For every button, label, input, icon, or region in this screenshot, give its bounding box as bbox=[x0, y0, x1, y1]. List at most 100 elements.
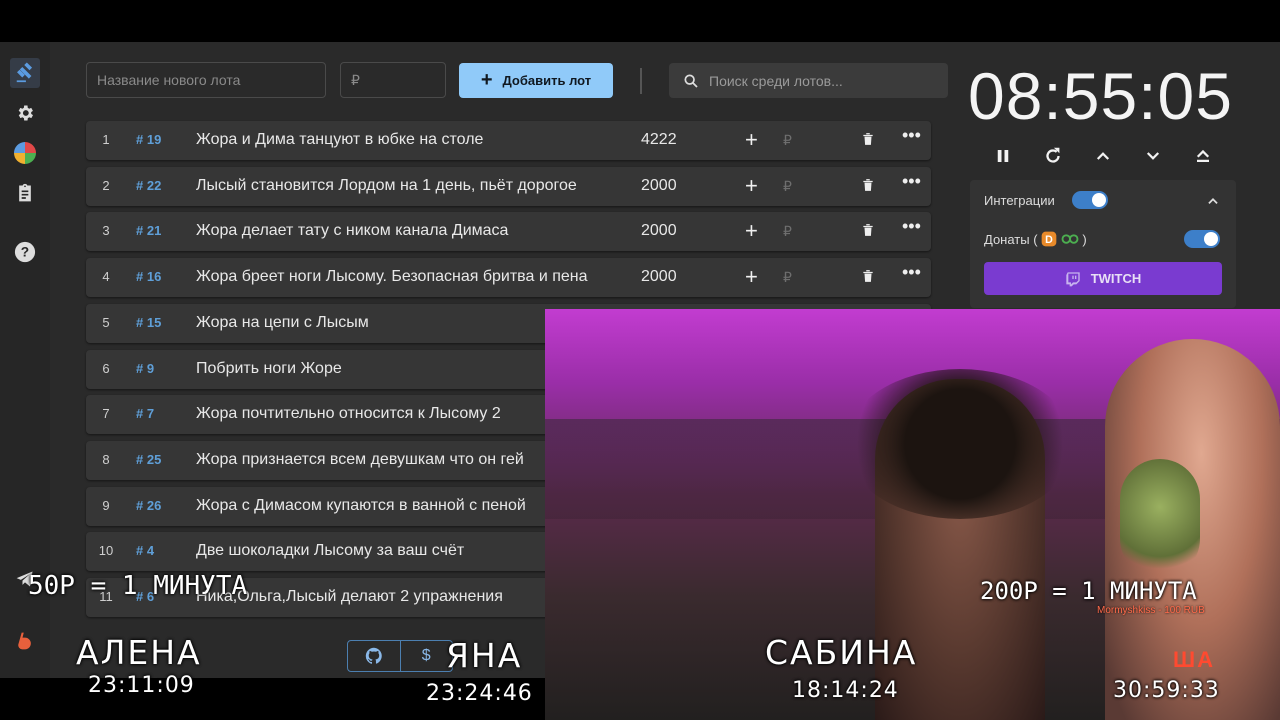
lot-id: # 9 bbox=[136, 361, 154, 376]
lot-row[interactable]: 1 # 19 Жора и Дима танцуют в юбке на столе… bbox=[86, 121, 931, 160]
trash-icon bbox=[863, 224, 873, 236]
lot-id: # 15 bbox=[136, 315, 161, 330]
donate-button[interactable]: $ bbox=[399, 641, 453, 671]
add-amount-button[interactable]: + bbox=[745, 264, 758, 290]
sidebar-item-settings[interactable] bbox=[10, 98, 40, 128]
person-time-1: 23:11:09 bbox=[88, 673, 195, 698]
lot-id-value: 19 bbox=[146, 132, 162, 147]
lot-id: # 21 bbox=[136, 223, 161, 238]
chevron-down-icon bbox=[1146, 152, 1160, 160]
double-up-icon bbox=[1196, 149, 1210, 162]
lot-position: 3 bbox=[102, 223, 110, 238]
integrations-toggle[interactable] bbox=[1072, 191, 1108, 209]
delete-lot-button[interactable] bbox=[861, 177, 875, 198]
sidebar-item-boosty[interactable] bbox=[10, 626, 40, 656]
lot-position: 4 bbox=[102, 269, 110, 284]
lot-name[interactable]: Жора и Дима танцуют в юбке на столе bbox=[196, 131, 608, 149]
lot-id: # 7 bbox=[136, 406, 154, 421]
lot-position: 7 bbox=[102, 406, 110, 421]
search-input[interactable]: Поиск среди лотов... bbox=[669, 63, 948, 98]
more-options-button[interactable]: ••• bbox=[902, 216, 921, 237]
more-options-button[interactable]: ••• bbox=[902, 262, 921, 283]
lot-id: # 4 bbox=[136, 543, 154, 558]
integrations-title: Интеграции bbox=[984, 193, 1055, 208]
lot-row[interactable]: 4 # 16 Жора бреет ноги Лысому. Безопасная … bbox=[86, 258, 931, 297]
hash-icon: # bbox=[136, 132, 144, 147]
rate-left-text: 50Р = 1 МИНУТА bbox=[28, 571, 248, 601]
lot-position: 5 bbox=[102, 315, 110, 330]
lot-id-value: 9 bbox=[146, 361, 155, 376]
delete-lot-button[interactable] bbox=[861, 131, 875, 152]
add-amount-button[interactable]: + bbox=[745, 173, 758, 199]
gear-icon bbox=[18, 105, 33, 121]
add-amount-button[interactable]: + bbox=[745, 127, 758, 153]
lot-id-value: 21 bbox=[146, 223, 162, 238]
github-icon bbox=[365, 647, 382, 664]
collapse-chevron-icon[interactable] bbox=[1206, 194, 1220, 208]
delete-lot-button[interactable] bbox=[861, 222, 875, 243]
twitch-icon bbox=[1066, 271, 1080, 286]
lot-amount: 4222 bbox=[641, 131, 677, 148]
hash-icon: # bbox=[136, 361, 144, 376]
hash-icon: # bbox=[136, 406, 144, 421]
trash-icon bbox=[863, 179, 873, 191]
donations-toggle[interactable] bbox=[1184, 230, 1220, 248]
lot-row[interactable]: 3 # 21 Жора делает тату с ником канала Дим… bbox=[86, 212, 931, 251]
lot-position: 9 bbox=[102, 498, 110, 513]
donation-alert-text: Mormyshkiss - 100 RUB bbox=[1097, 605, 1205, 616]
lot-amount: 2000 bbox=[641, 222, 677, 239]
sidebar-item-help[interactable]: ? bbox=[10, 237, 40, 267]
lot-amount-input[interactable] bbox=[340, 62, 446, 98]
donationalerts-icon bbox=[1061, 234, 1079, 244]
bottom-links: $ bbox=[347, 640, 453, 672]
reset-timer-button[interactable] bbox=[1040, 143, 1066, 169]
person-name-1: АЛЕНА bbox=[76, 633, 202, 672]
sidebar-item-stats[interactable] bbox=[10, 138, 40, 168]
lot-name[interactable]: Жора делает тату с ником канала Димаса bbox=[196, 222, 608, 240]
reset-icon bbox=[1046, 147, 1060, 163]
github-button[interactable] bbox=[348, 641, 400, 671]
pause-button[interactable] bbox=[990, 143, 1016, 169]
lot-id: # 25 bbox=[136, 452, 161, 467]
twitch-button[interactable]: TWITCH bbox=[984, 262, 1222, 295]
lot-id: # 16 bbox=[136, 269, 161, 284]
svg-text:?: ? bbox=[21, 245, 29, 260]
more-options-button[interactable]: ••• bbox=[902, 125, 921, 146]
add-lot-button[interactable]: + Добавить лот bbox=[459, 63, 613, 98]
lot-name-input[interactable] bbox=[86, 62, 326, 98]
plus-icon: + bbox=[480, 69, 493, 91]
clipboard-icon bbox=[19, 183, 31, 202]
lot-id-value: 25 bbox=[146, 452, 162, 467]
donatepay-icon: D bbox=[1041, 231, 1057, 247]
toolbar-divider bbox=[640, 68, 642, 94]
ruble-icon[interactable]: ₽ bbox=[783, 132, 792, 149]
pie-chart-icon bbox=[14, 142, 36, 164]
delete-lot-button[interactable] bbox=[861, 268, 875, 289]
lot-row[interactable]: 2 # 22 Лысый становится Лордом на 1 день, … bbox=[86, 167, 931, 206]
lot-name[interactable]: Жора бреет ноги Лысому. Безопасная бритв… bbox=[196, 268, 608, 286]
svg-text:D: D bbox=[1045, 234, 1053, 246]
ruble-icon[interactable]: ₽ bbox=[783, 223, 792, 240]
donations-label: Донаты ( D ) bbox=[984, 231, 1087, 247]
ruble-icon[interactable]: ₽ bbox=[783, 269, 792, 286]
help-icon: ? bbox=[14, 241, 36, 263]
more-options-button[interactable]: ••• bbox=[902, 171, 921, 192]
search-icon bbox=[684, 73, 698, 88]
add-amount-button[interactable]: + bbox=[745, 218, 758, 244]
person-name-3: САБИНА bbox=[765, 633, 918, 672]
timer-display: 08:55:05 bbox=[968, 59, 1233, 133]
hash-icon: # bbox=[136, 269, 144, 284]
ruble-icon[interactable]: ₽ bbox=[783, 178, 792, 195]
trash-icon bbox=[863, 270, 873, 282]
rate-right-text: 200Р = 1 МИНУТА bbox=[980, 577, 1197, 605]
lot-name[interactable]: Лысый становится Лордом на 1 день, пьёт … bbox=[196, 177, 608, 195]
sidebar-item-clipboard[interactable] bbox=[10, 178, 40, 208]
timer-up-button[interactable] bbox=[1090, 143, 1116, 169]
person-time-4: 30:59:33 bbox=[1113, 678, 1220, 703]
timer-double-up-button[interactable] bbox=[1190, 143, 1216, 169]
lot-position: 10 bbox=[98, 543, 114, 558]
lot-id-value: 4 bbox=[146, 543, 155, 558]
pause-icon bbox=[997, 150, 1009, 162]
sidebar-item-auction[interactable] bbox=[10, 58, 40, 88]
timer-down-button[interactable] bbox=[1140, 143, 1166, 169]
